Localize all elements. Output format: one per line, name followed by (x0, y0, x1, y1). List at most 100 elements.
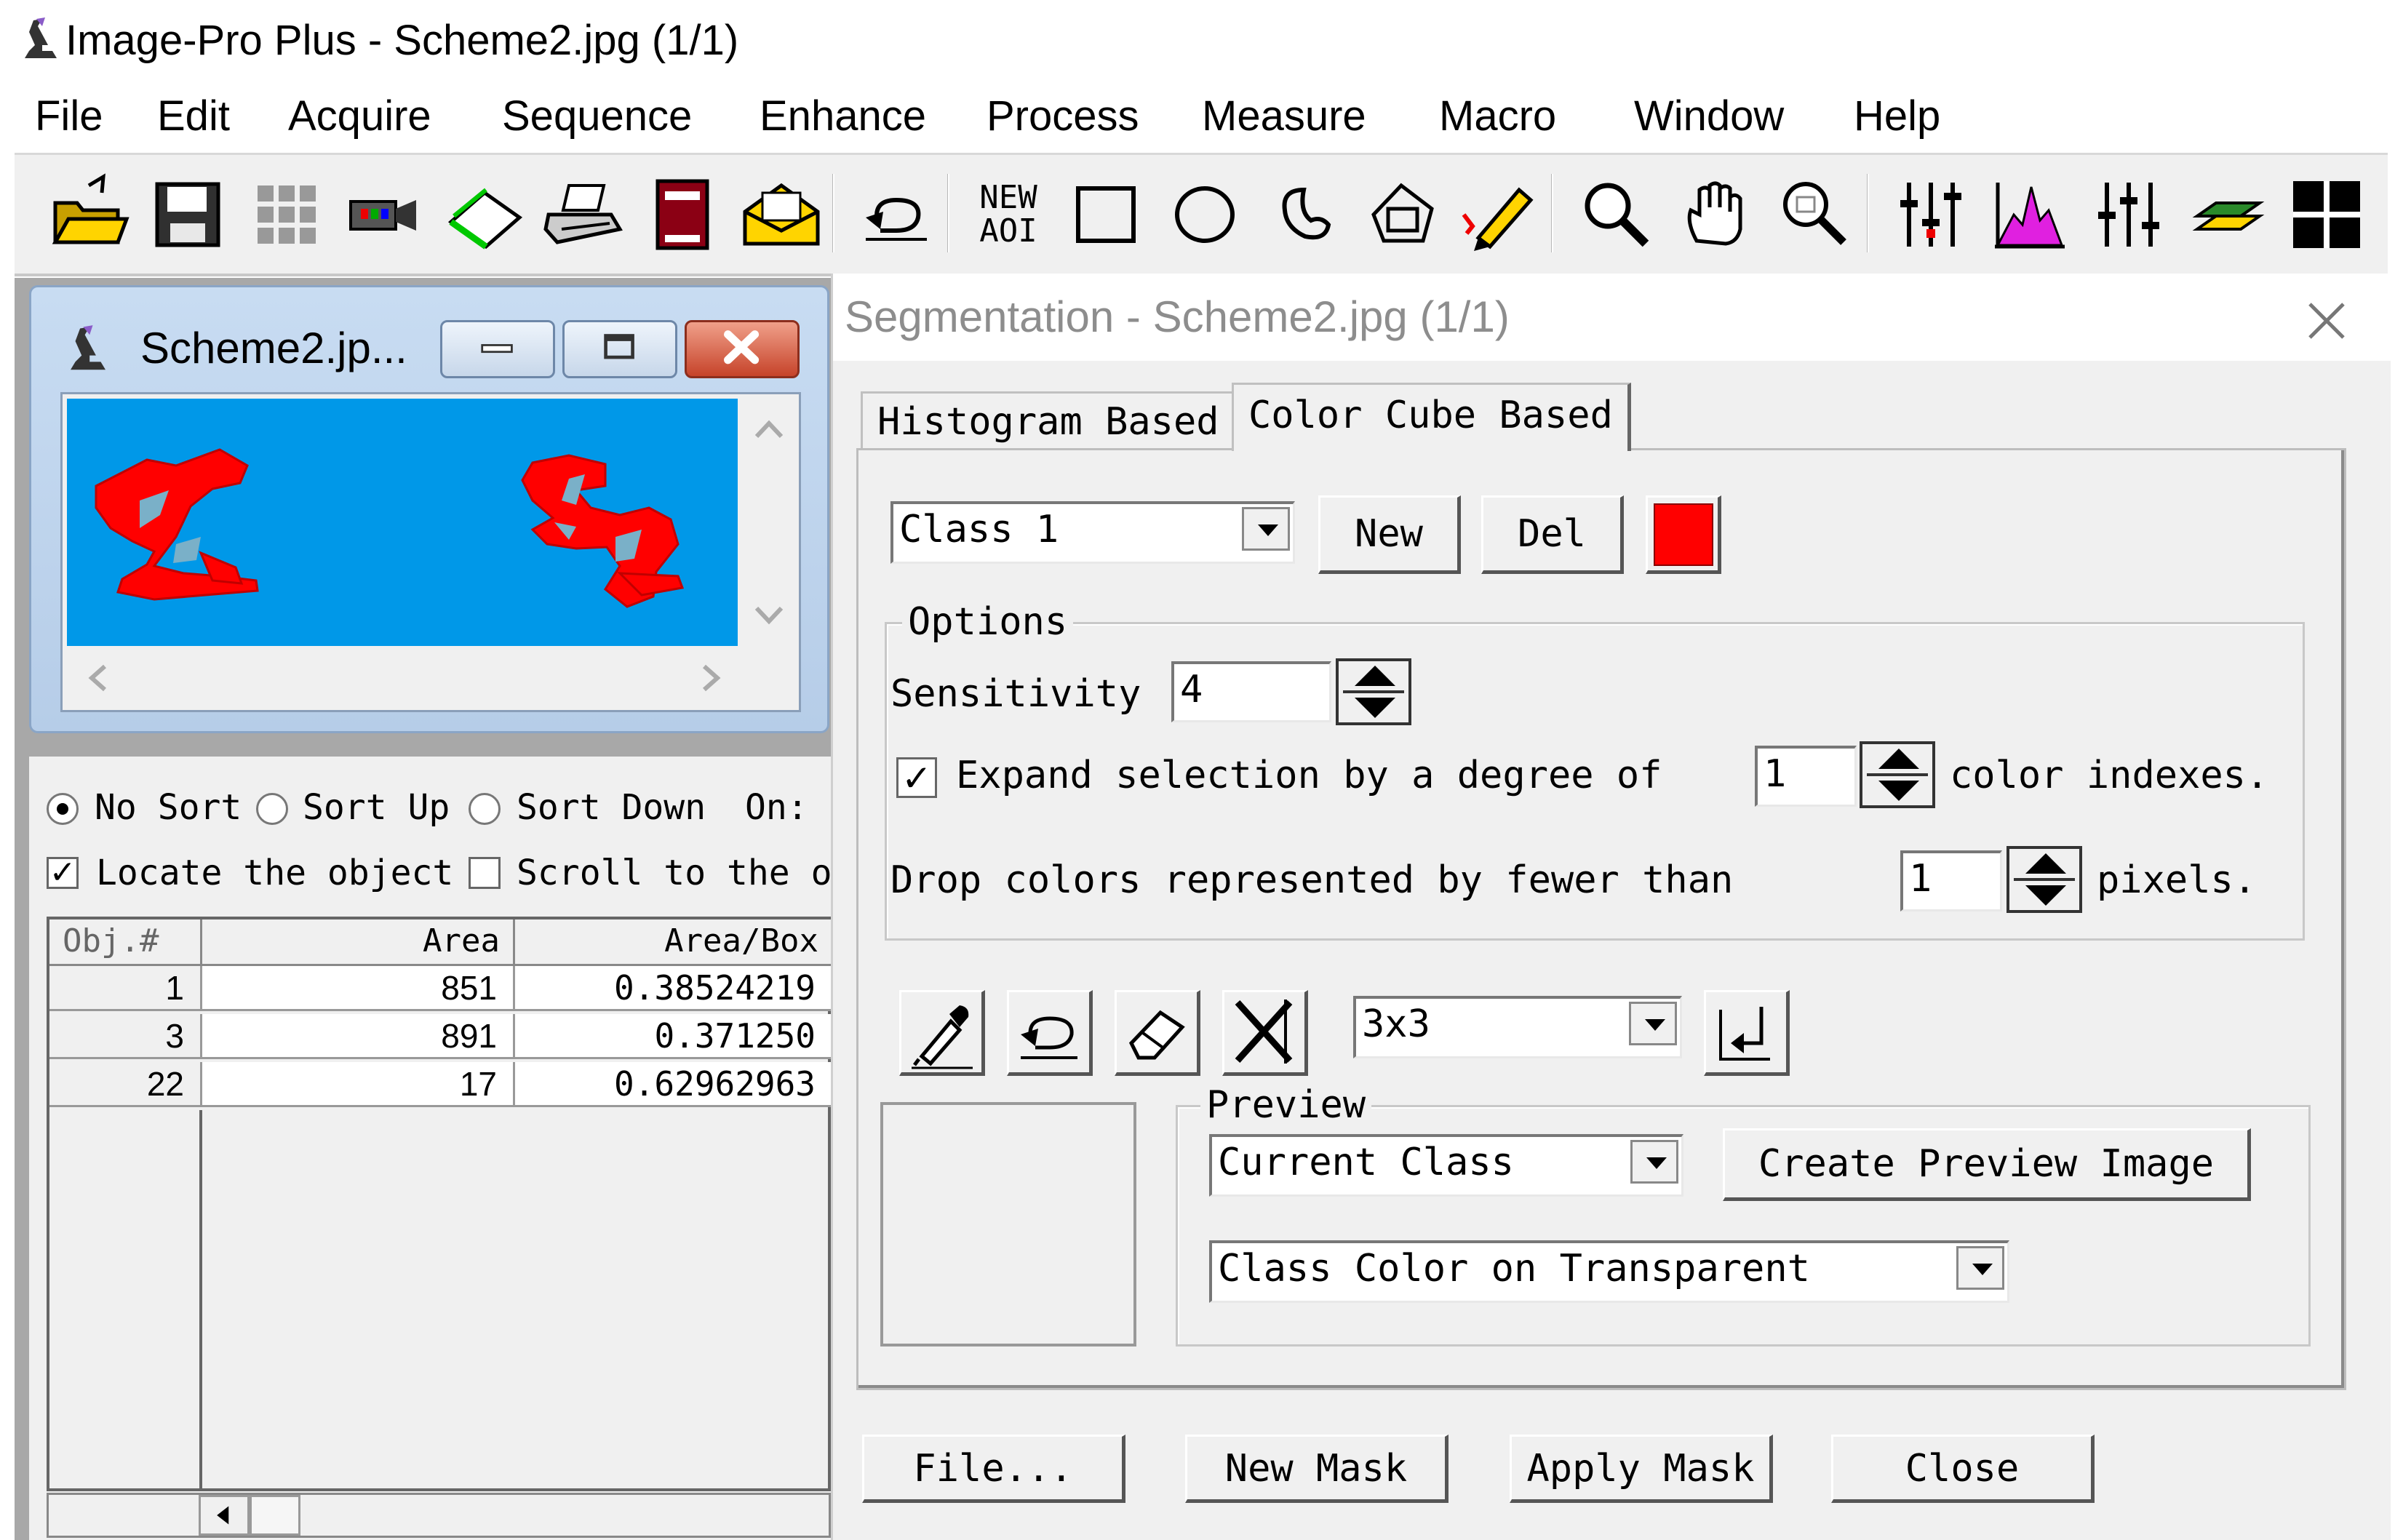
scroll-to-object-checkbox[interactable] (469, 857, 501, 889)
scanner-icon[interactable] (441, 171, 528, 258)
brush-size-select[interactable]: 3x3 (1353, 996, 1682, 1058)
column-header-area[interactable]: Area (202, 919, 515, 966)
menu-macro[interactable]: Macro (1439, 87, 1556, 145)
table-cell-area[interactable]: 851 (202, 966, 515, 1011)
delete-class-button[interactable]: Del (1481, 495, 1624, 574)
radio-sort-up[interactable] (256, 793, 288, 825)
objects-table[interactable]: Obj.# Area Area/Box 1 851 0.38524219 3 8… (47, 917, 834, 1491)
toolbar-separator (947, 174, 949, 252)
radio-no-sort[interactable] (47, 793, 79, 825)
scroll-left-button[interactable] (199, 1495, 250, 1536)
table-row-obj[interactable]: 1 (49, 966, 202, 1011)
class-select[interactable]: Class 1 (890, 501, 1295, 564)
hand-pan-icon[interactable] (1672, 171, 1759, 258)
file-button[interactable]: File... (862, 1435, 1125, 1503)
eraser-button[interactable] (1115, 990, 1200, 1076)
crosshair-grid-icon[interactable] (2283, 171, 2370, 258)
table-cell-area[interactable]: 17 (202, 1062, 515, 1107)
objects-horizontal-scrollbar[interactable] (47, 1493, 831, 1538)
apply-mask-button[interactable]: Apply Mask (1510, 1435, 1773, 1503)
layers-icon[interactable] (2184, 171, 2271, 258)
menu-measure[interactable]: Measure (1202, 87, 1366, 145)
drop-pixels-spinner[interactable] (2007, 846, 2082, 913)
preview-mode-select[interactable]: Class Color on Transparent (1209, 1240, 2009, 1303)
menu-edit[interactable]: Edit (157, 87, 230, 145)
envelope-icon[interactable] (738, 171, 825, 258)
table-cell-area-box[interactable]: 0.62962963 (515, 1062, 834, 1107)
tab-color-cube-based[interactable]: Color Cube Based (1232, 383, 1631, 451)
histogram-icon[interactable] (1986, 171, 2073, 258)
locate-object-checkbox[interactable]: ✓ (47, 857, 79, 889)
drop-pixels-input[interactable]: 1 (1900, 850, 2002, 911)
expand-degree-spinner[interactable] (1860, 741, 1935, 808)
menu-sequence[interactable]: Sequence (502, 87, 692, 145)
printer-icon[interactable] (540, 171, 627, 258)
cross-icon (1235, 1000, 1293, 1064)
table-cell-area-box[interactable]: 0.38524219 (515, 966, 834, 1011)
image-horizontal-scrollbar[interactable] (67, 649, 738, 707)
app-logo-icon (20, 16, 61, 64)
menu-acquire[interactable]: Acquire (288, 87, 431, 145)
menu-window[interactable]: Window (1634, 87, 1784, 145)
tab-histogram-based[interactable]: Histogram Based (861, 391, 1236, 448)
new-class-button[interactable]: New (1318, 495, 1461, 574)
video-camera-icon[interactable] (340, 171, 428, 258)
on-label: On: (745, 787, 808, 828)
scroll-thumb[interactable] (250, 1495, 300, 1536)
levels-icon[interactable] (1887, 171, 1974, 258)
segmented-image-canvas[interactable] (67, 399, 738, 646)
table-row-obj[interactable]: 3 (49, 1014, 202, 1059)
freehand-tool-icon[interactable] (1260, 171, 1347, 258)
menu-file[interactable]: File (35, 87, 103, 145)
dialog-close-icon[interactable] (2301, 295, 2352, 346)
maximize-button[interactable] (562, 320, 677, 378)
create-preview-image-button[interactable]: Create Preview Image (1723, 1128, 2251, 1201)
sliders-icon[interactable] (2085, 171, 2172, 258)
chevron-down-icon[interactable] (1956, 1246, 2004, 1290)
locate-object-label: Locate the object (96, 853, 454, 893)
undo-icon[interactable] (851, 171, 939, 258)
minimize-button[interactable] (440, 320, 555, 378)
chevron-down-icon[interactable] (1629, 1002, 1677, 1045)
ellipse-tool-icon[interactable] (1161, 171, 1248, 258)
clear-all-button[interactable] (1222, 990, 1308, 1076)
save-disk-icon[interactable] (144, 171, 231, 258)
zoom-window-icon[interactable] (1771, 171, 1858, 258)
table-row-obj[interactable]: 22 (49, 1062, 202, 1107)
eyedropper-button[interactable] (899, 990, 985, 1076)
sensitivity-label: Sensitivity (890, 672, 1141, 716)
open-folder-icon[interactable] (45, 171, 132, 258)
zoom-icon[interactable] (1571, 171, 1659, 258)
column-header-obj[interactable]: Obj.# (49, 919, 202, 966)
new-aoi-label-bottom: AOI (979, 212, 1037, 250)
table-cell-area-box[interactable]: 0.371250 (515, 1014, 834, 1059)
chevron-down-icon[interactable] (1630, 1140, 1678, 1184)
new-mask-button[interactable]: New Mask (1185, 1435, 1448, 1503)
polygon-tool-icon[interactable] (1359, 171, 1446, 258)
table-cell-area[interactable]: 891 (202, 1014, 515, 1059)
grid-icon[interactable] (243, 171, 330, 258)
column-header-area-box[interactable]: Area/Box (515, 919, 834, 966)
menu-process[interactable]: Process (987, 87, 1139, 145)
book-icon[interactable] (639, 171, 726, 258)
load-class-button[interactable] (1704, 990, 1790, 1076)
new-aoi-icon[interactable]: NEW AOI (965, 171, 1052, 258)
radio-sort-down[interactable] (469, 793, 501, 825)
undo-sample-button[interactable] (1007, 990, 1093, 1076)
menu-enhance[interactable]: Enhance (760, 87, 926, 145)
sensitivity-input[interactable]: 4 (1171, 661, 1331, 722)
rectangle-tool-icon[interactable] (1062, 171, 1149, 258)
expand-degree-input[interactable]: 1 (1755, 746, 1857, 807)
class-color-button[interactable] (1646, 495, 1721, 574)
sensitivity-spinner[interactable] (1336, 658, 1411, 725)
close-button[interactable]: Close (1831, 1435, 2095, 1503)
image-vertical-scrollbar[interactable] (741, 399, 797, 646)
menu-help[interactable]: Help (1854, 87, 1940, 145)
expand-selection-checkbox[interactable]: ✓ (896, 757, 937, 798)
image-window[interactable]: Scheme2.jp... (29, 285, 829, 733)
window-close-button[interactable] (685, 320, 800, 378)
preview-class-select[interactable]: Current Class (1209, 1134, 1683, 1197)
pencil-icon[interactable] (1458, 171, 1545, 258)
objects-panel: No Sort Sort Up Sort Down On: ✓ Locate t… (29, 757, 837, 1540)
chevron-down-icon[interactable] (1242, 507, 1290, 551)
